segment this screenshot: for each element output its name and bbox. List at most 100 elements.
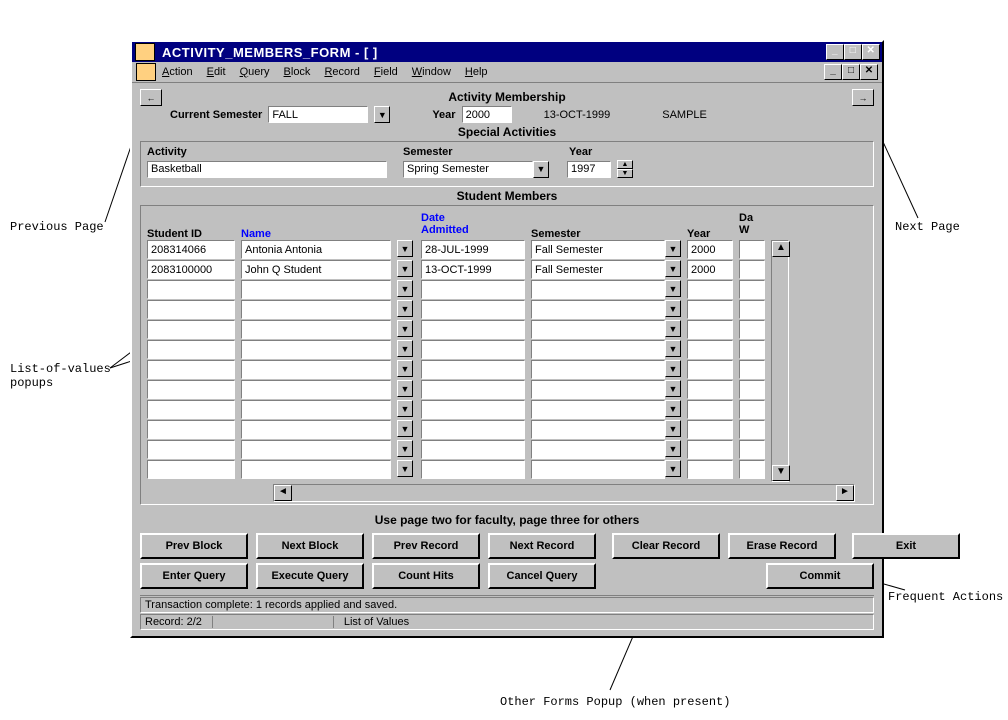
student_id-field[interactable]: [147, 400, 235, 419]
student_id-field[interactable]: [147, 340, 235, 359]
name-field[interactable]: Antonia Antonia: [241, 240, 391, 259]
next-page-button[interactable]: →: [852, 89, 874, 106]
sa-semester-dropdown-button[interactable]: ▼: [533, 161, 549, 178]
members-vscrollbar[interactable]: ▲▼: [771, 240, 789, 482]
mdi-close-button[interactable]: ✕: [860, 64, 878, 80]
student_id-field[interactable]: [147, 320, 235, 339]
menu-block[interactable]: Block: [284, 66, 311, 78]
date_admitted-field[interactable]: 28-JUL-1999: [421, 240, 525, 259]
enter-query-button[interactable]: Enter Query: [140, 563, 248, 589]
year-field[interactable]: [687, 300, 733, 319]
name-lov-button[interactable]: ▼: [397, 340, 413, 357]
menu-window[interactable]: Window: [412, 66, 451, 78]
year-field[interactable]: [687, 420, 733, 439]
date_admitted-field[interactable]: [421, 440, 525, 459]
commit-button[interactable]: Commit: [766, 563, 874, 589]
name-lov-button[interactable]: ▼: [397, 280, 413, 297]
sa-semester-select[interactable]: Spring Semester: [403, 161, 533, 178]
date_admitted-field[interactable]: [421, 280, 525, 299]
current-semester-field[interactable]: FALL: [268, 106, 368, 123]
student_id-field[interactable]: [147, 300, 235, 319]
name-field[interactable]: [241, 280, 391, 299]
name-lov-button[interactable]: ▼: [397, 420, 413, 437]
hscroll-left-button[interactable]: ◄: [274, 485, 292, 501]
date-withdrawn-field[interactable]: [739, 260, 765, 279]
menu-action[interactable]: AActionction: [162, 66, 193, 78]
year-field[interactable]: [687, 440, 733, 459]
name-field[interactable]: [241, 300, 391, 319]
semester-dropdown-button[interactable]: ▼: [665, 300, 681, 317]
name-lov-button[interactable]: ▼: [397, 260, 413, 277]
current-semester-lov-button[interactable]: ▼: [374, 106, 390, 123]
date_admitted-field[interactable]: [421, 360, 525, 379]
date-withdrawn-field[interactable]: [739, 340, 765, 359]
prev-record-button[interactable]: Prev Record: [372, 533, 480, 559]
date_admitted-field[interactable]: [421, 300, 525, 319]
mdi-icon[interactable]: [136, 63, 156, 81]
sa-year-spin-down[interactable]: ▼: [617, 169, 633, 178]
menu-record[interactable]: Record: [324, 66, 359, 78]
date-withdrawn-field[interactable]: [739, 280, 765, 299]
year-field[interactable]: [687, 360, 733, 379]
student_id-field[interactable]: [147, 380, 235, 399]
members-hscrollbar[interactable]: ◄ ►: [273, 484, 855, 502]
year-field[interactable]: [687, 280, 733, 299]
semester-select[interactable]: Fall Semester: [531, 260, 665, 279]
activity-field[interactable]: Basketball: [147, 161, 387, 178]
semester-dropdown-button[interactable]: ▼: [665, 320, 681, 337]
name-field[interactable]: [241, 320, 391, 339]
name-lov-button[interactable]: ▼: [397, 440, 413, 457]
date_admitted-field[interactable]: [421, 380, 525, 399]
date-withdrawn-field[interactable]: [739, 400, 765, 419]
year-field[interactable]: [687, 380, 733, 399]
count-hits-button[interactable]: Count Hits: [372, 563, 480, 589]
menu-edit[interactable]: Edit: [207, 66, 226, 78]
date-withdrawn-field[interactable]: [739, 300, 765, 319]
mdi-restore-button[interactable]: □: [842, 64, 860, 80]
menu-query[interactable]: Query: [240, 66, 270, 78]
minimize-button[interactable]: _: [826, 44, 844, 60]
semester-select[interactable]: [531, 280, 665, 299]
sa-year-field[interactable]: 1997: [567, 161, 611, 178]
name-lov-button[interactable]: ▼: [397, 380, 413, 397]
sa-year-spin-up[interactable]: ▲: [617, 160, 633, 169]
date-withdrawn-field[interactable]: [739, 380, 765, 399]
close-button[interactable]: ✕: [862, 44, 880, 60]
name-lov-button[interactable]: ▼: [397, 360, 413, 377]
name-lov-button[interactable]: ▼: [397, 240, 413, 257]
semester-dropdown-button[interactable]: ▼: [665, 360, 681, 377]
semester-dropdown-button[interactable]: ▼: [665, 380, 681, 397]
name-lov-button[interactable]: ▼: [397, 460, 413, 477]
semester-dropdown-button[interactable]: ▼: [665, 420, 681, 437]
name-lov-button[interactable]: ▼: [397, 300, 413, 317]
semester-select[interactable]: [531, 420, 665, 439]
semester-select[interactable]: [531, 400, 665, 419]
semester-select[interactable]: Fall Semester: [531, 240, 665, 259]
date_admitted-field[interactable]: [421, 340, 525, 359]
semester-dropdown-button[interactable]: ▼: [665, 340, 681, 357]
execute-query-button[interactable]: Execute Query: [256, 563, 364, 589]
year-field[interactable]: [687, 460, 733, 479]
student_id-field[interactable]: [147, 360, 235, 379]
semester-dropdown-button[interactable]: ▼: [665, 280, 681, 297]
semester-select[interactable]: [531, 460, 665, 479]
semester-select[interactable]: [531, 340, 665, 359]
year-field[interactable]: [687, 400, 733, 419]
semester-dropdown-button[interactable]: ▼: [665, 460, 681, 477]
semester-dropdown-button[interactable]: ▼: [665, 440, 681, 457]
semester-select[interactable]: [531, 440, 665, 459]
name-lov-button[interactable]: ▼: [397, 320, 413, 337]
student_id-field[interactable]: 208314066: [147, 240, 235, 259]
name-field[interactable]: [241, 440, 391, 459]
next-block-button[interactable]: Next Block: [256, 533, 364, 559]
vscroll-up-button[interactable]: ▲: [772, 241, 790, 257]
date-withdrawn-field[interactable]: [739, 440, 765, 459]
date_admitted-field[interactable]: [421, 400, 525, 419]
name-field[interactable]: [241, 460, 391, 479]
student_id-field[interactable]: 2083100000: [147, 260, 235, 279]
name-field[interactable]: [241, 420, 391, 439]
name-lov-button[interactable]: ▼: [397, 400, 413, 417]
semester-select[interactable]: [531, 360, 665, 379]
semester-select[interactable]: [531, 320, 665, 339]
prev-block-button[interactable]: Prev Block: [140, 533, 248, 559]
